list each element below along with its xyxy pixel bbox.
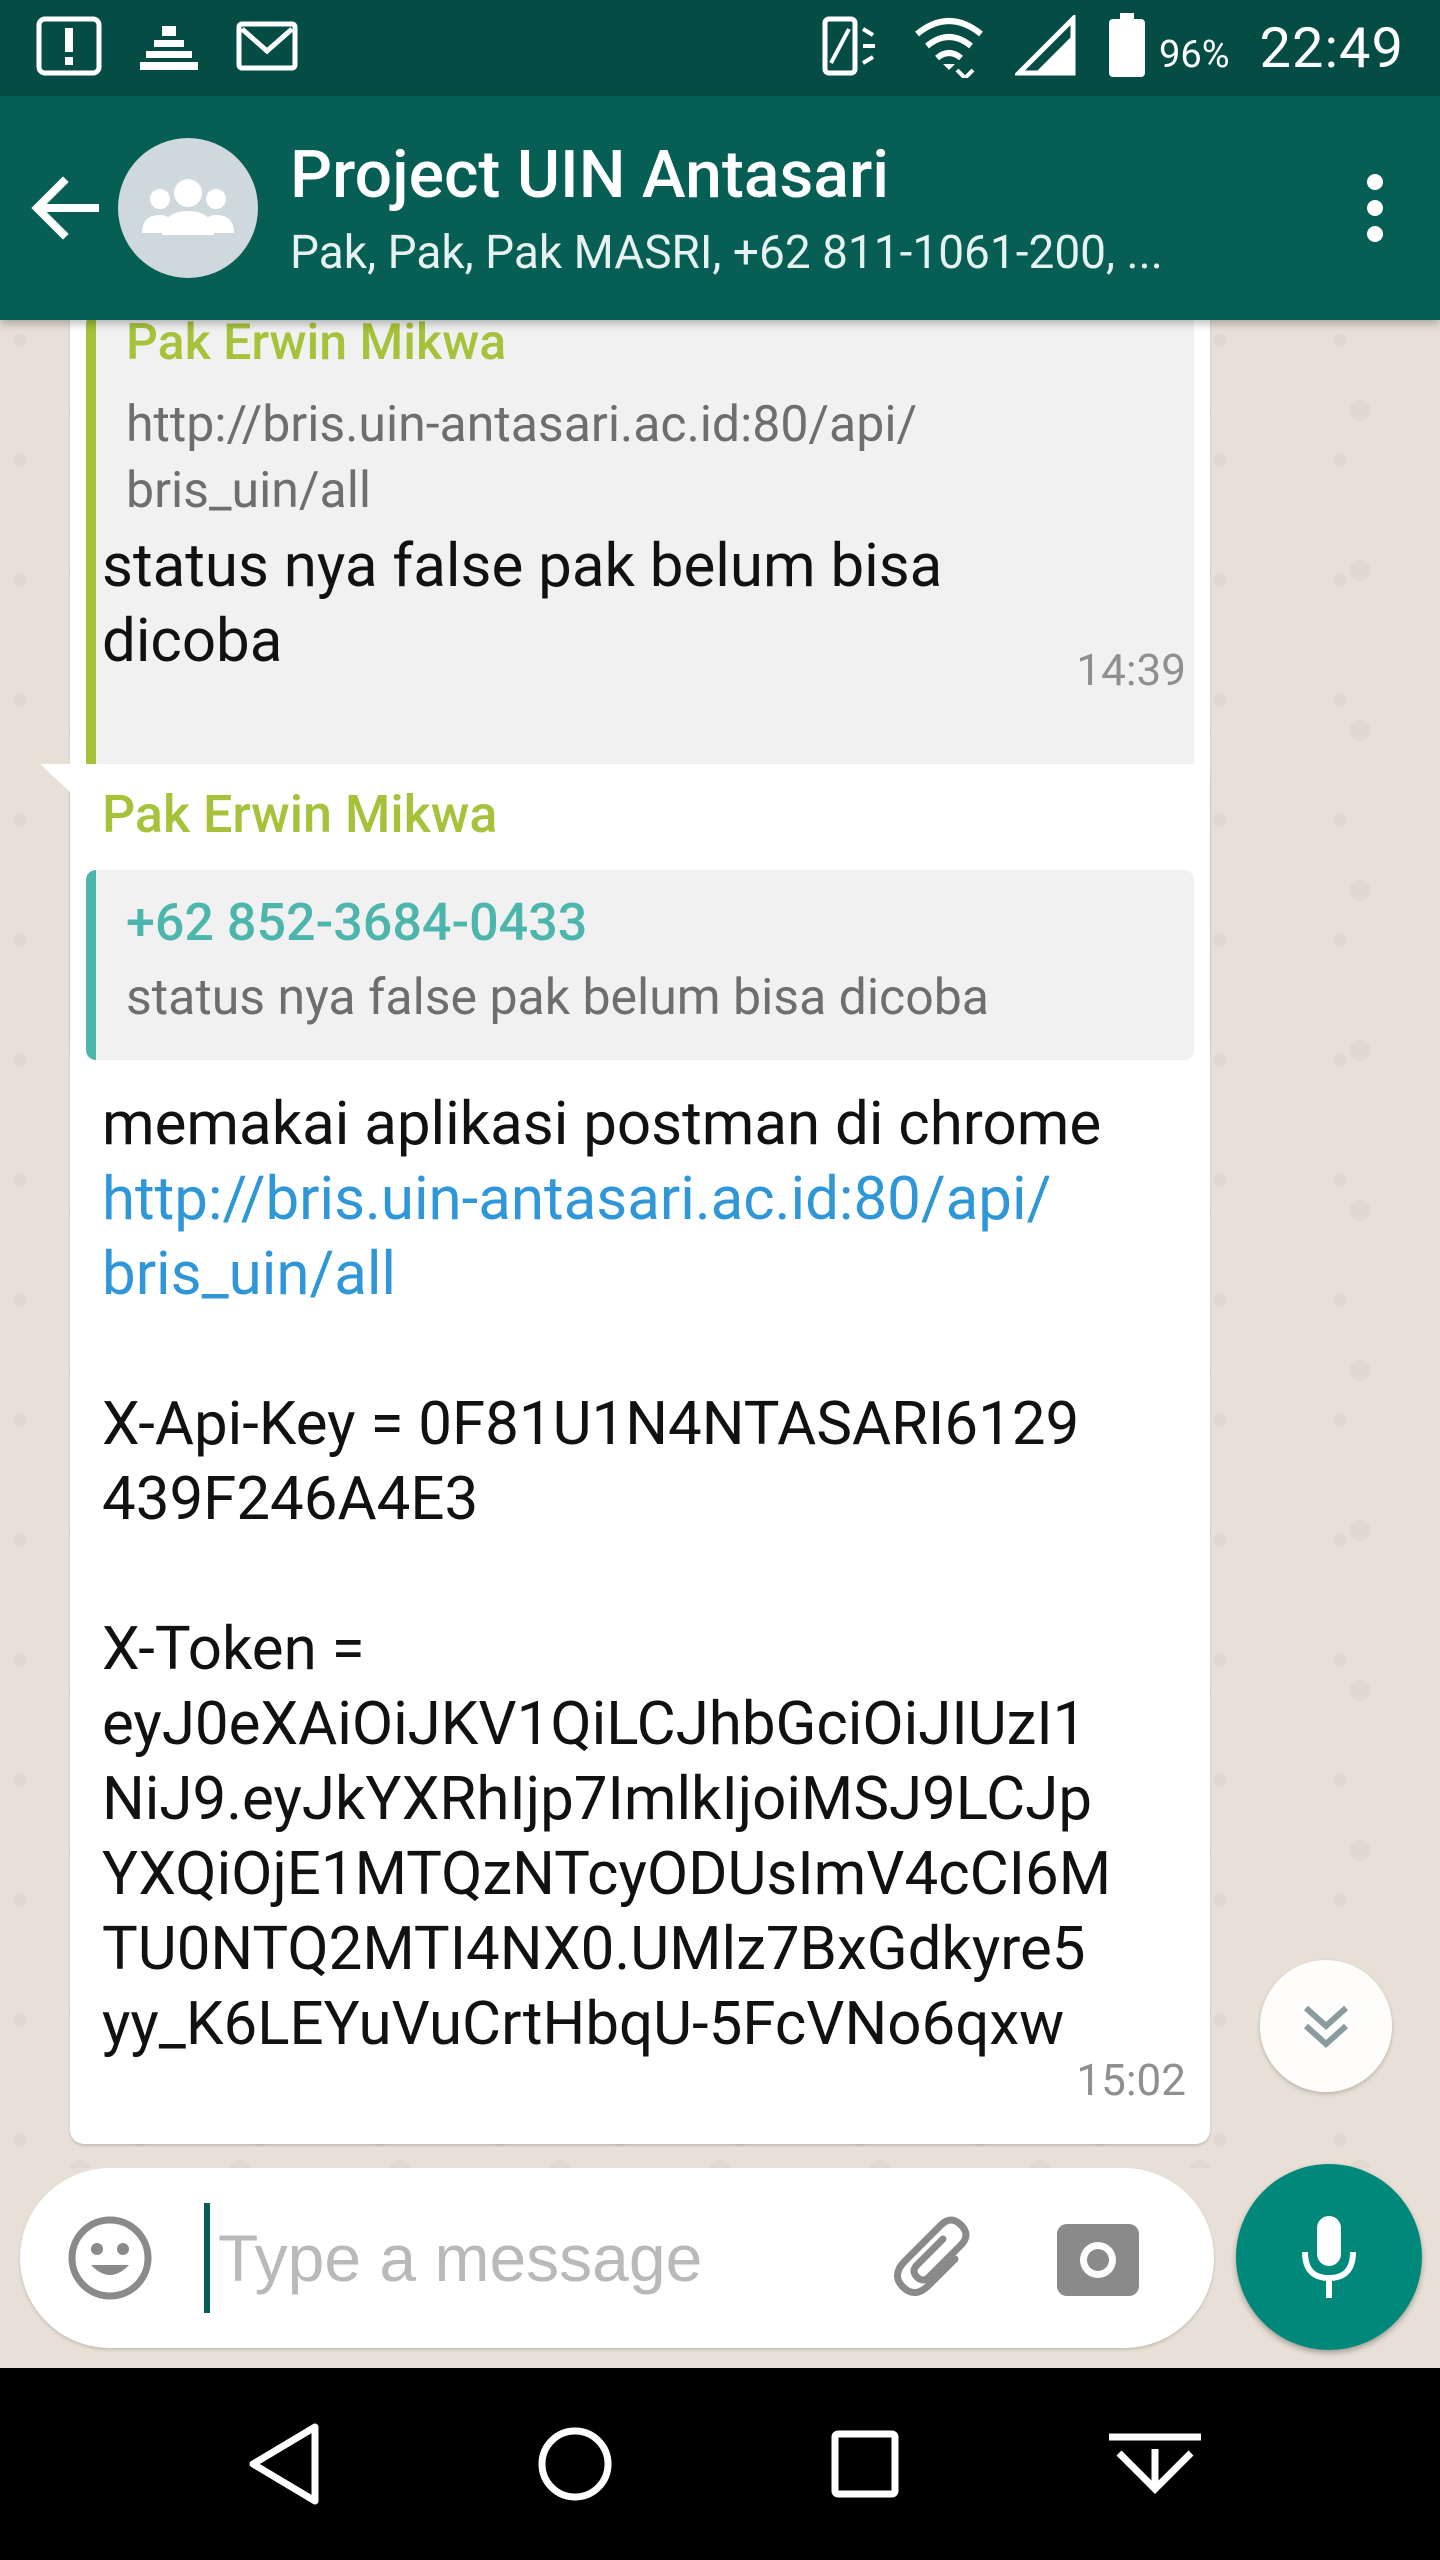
chat-messages[interactable]: Pak Erwin Mikwa http://bris.uin-antasari…	[0, 320, 1440, 2168]
quoted-text: status nya false pak belum bisa dicoba	[126, 969, 989, 1027]
vibrate-icon	[817, 13, 883, 83]
message-bubble[interactable]: Pak Erwin Mikwa +62 852-3684-0433 status…	[40, 764, 1210, 2144]
scroll-to-bottom-button[interactable]	[1260, 1960, 1392, 2092]
chat-info[interactable]: Project UIN Antasari Pak, Pak, Pak MASRI…	[290, 137, 1320, 280]
chat-header: Project UIN Antasari Pak, Pak, Pak MASRI…	[0, 96, 1440, 320]
mail-icon	[236, 21, 298, 75]
battery-percent: 96%	[1159, 33, 1230, 77]
quoted-message[interactable]: +62 852-3684-0433 status nya false pak b…	[86, 870, 1194, 1060]
sender-name: Pak Erwin Mikwa	[102, 784, 498, 845]
group-avatar[interactable]	[118, 138, 258, 278]
chat-participants: Pak, Pak, Pak MASRI, +62 811-1061-200, .…	[290, 225, 1163, 280]
message-time: 14:39	[1076, 644, 1186, 696]
square-recents-icon	[831, 2430, 899, 2498]
message-time: 15:02	[1076, 2054, 1186, 2106]
message-text: memakai aplikasi postman di chrome http:…	[102, 1086, 1180, 2061]
message-link[interactable]: http://bris.uin-antasari.ac.id:80/api/ b…	[102, 1163, 1051, 1309]
quoted-text: http://bris.uin-antasari.ac.id:80/api/ b…	[126, 396, 918, 520]
chat-title: Project UIN Antasari	[290, 136, 890, 214]
more-vertical-icon	[1367, 174, 1383, 242]
group-icon	[142, 179, 234, 235]
system-nav-bar	[0, 2368, 1440, 2560]
nav-back-button[interactable]	[225, 2404, 345, 2524]
nav-recents-button[interactable]	[805, 2404, 925, 2524]
attach-button[interactable]	[886, 2208, 986, 2308]
battery-icon	[1107, 13, 1147, 83]
pull-down-icon	[1109, 2433, 1201, 2494]
back-button[interactable]	[10, 96, 120, 320]
compose-bar	[20, 2168, 1214, 2348]
emoji-button[interactable]	[60, 2208, 160, 2308]
microphone-icon	[1302, 2216, 1356, 2298]
arrow-left-icon	[31, 176, 99, 240]
status-bar: 96% 22:49	[0, 0, 1440, 96]
message-input[interactable]	[204, 2203, 864, 2313]
chevron-double-down-icon	[1303, 2005, 1349, 2049]
message-text-body: X-Api-Key = 0F81U1N4NTASARI6129 439F246A…	[102, 1388, 1112, 2059]
camera-icon	[1057, 2224, 1139, 2296]
triangle-back-icon	[249, 2423, 319, 2505]
circle-home-icon	[538, 2427, 612, 2501]
quoted-author: Pak Erwin Mikwa	[126, 320, 507, 372]
nav-home-button[interactable]	[515, 2404, 635, 2524]
wifi-icon	[913, 14, 985, 82]
clock: 22:49	[1259, 15, 1404, 81]
chart-icon	[136, 18, 202, 78]
paperclip-icon	[894, 2216, 970, 2296]
quoted-author: +62 852-3684-0433	[126, 892, 588, 953]
camera-button[interactable]	[1048, 2208, 1148, 2308]
overflow-menu-button[interactable]	[1320, 96, 1430, 320]
voice-record-button[interactable]	[1236, 2164, 1422, 2350]
message-text: status nya false pak belum bisa dicoba	[102, 530, 943, 676]
emoji-icon	[68, 2216, 152, 2300]
alert-icon	[36, 16, 102, 80]
nav-notification-button[interactable]	[1095, 2404, 1215, 2524]
signal-icon	[1012, 12, 1077, 81]
message-text-intro: memakai aplikasi postman di chrome	[102, 1088, 1102, 1159]
